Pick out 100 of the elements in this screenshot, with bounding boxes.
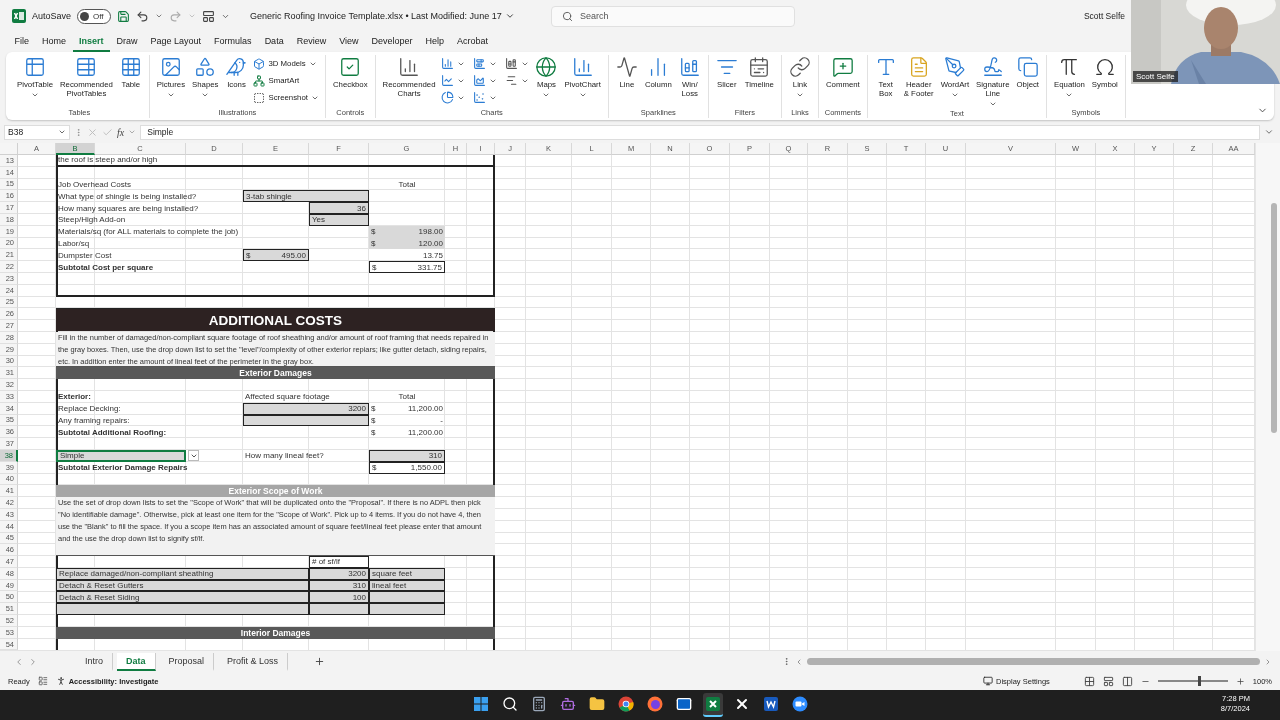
sheet-tab[interactable]: Data — [117, 652, 156, 671]
page-layout-icon[interactable] — [1102, 675, 1114, 687]
input-cell[interactable] — [369, 603, 445, 616]
horizontal-scrollbar[interactable] — [782, 657, 1272, 666]
menu-tab[interactable]: Developer — [365, 32, 420, 52]
scroll-right-icon[interactable] — [1264, 657, 1272, 666]
pivot-table-icon — [24, 56, 46, 78]
insert-function-button[interactable]: fx — [117, 126, 125, 138]
menu-tab[interactable]: Home — [35, 32, 73, 52]
input-cell[interactable]: Replace damaged/non-compliant sheathing — [56, 567, 309, 580]
menu-tab[interactable]: Formulas — [207, 32, 259, 52]
currency-symbol: $ — [372, 262, 377, 272]
search-field[interactable]: Search — [551, 5, 796, 27]
menu-tab[interactable]: View — [332, 32, 365, 52]
macro-icon[interactable] — [37, 676, 48, 686]
folder-icon — [588, 696, 605, 712]
prompt-text: How many lineal feet? — [244, 450, 325, 462]
note-text: the roof is steep and/or high — [56, 155, 495, 167]
timeline-icon — [748, 56, 771, 78]
input-cell[interactable]: 100 — [309, 591, 369, 604]
spreadsheet-logo — [12, 9, 26, 23]
expand-icon[interactable] — [1264, 127, 1274, 137]
input-cell[interactable]: Detach & Reset Siding — [56, 591, 309, 604]
amount-value: 11,200.00 — [408, 427, 443, 437]
screenshot-icon — [253, 91, 266, 104]
sheet-tab[interactable]: Profit & Loss — [218, 652, 289, 671]
autosave-toggle[interactable]: Off — [77, 8, 112, 24]
input-cell[interactable]: 3-tab shingle — [243, 190, 369, 203]
win-loss-icon — [678, 56, 701, 78]
formula-field[interactable]: Simple — [140, 124, 1260, 140]
page-break-icon[interactable] — [1121, 675, 1133, 687]
video-call-icon — [791, 696, 808, 712]
input-cell[interactable]: $ 495.00 — [243, 249, 309, 262]
row-label: Materials/sq (for ALL materials to complete the job) — [57, 226, 240, 238]
input-cell[interactable]: 310 — [369, 449, 445, 462]
caret-icon — [58, 128, 66, 136]
cell-reference: B38 — [8, 127, 24, 137]
amount-value: 198.00 — [418, 227, 443, 237]
currency-symbol: $ — [371, 427, 376, 437]
column-chart-icon — [441, 57, 455, 70]
form-icon[interactable] — [202, 9, 216, 23]
normal-view-icon[interactable] — [1083, 675, 1095, 687]
menu-tab[interactable]: Review — [290, 32, 333, 52]
section-banner: ADDITIONAL COSTS — [56, 309, 495, 331]
taskbar-app[interactable] — [702, 693, 723, 717]
input-cell[interactable] — [309, 603, 369, 616]
amount-value: 13.75 — [421, 249, 444, 262]
scroll-left-icon[interactable] — [795, 657, 803, 666]
menu-tab[interactable]: Acrobat — [450, 32, 495, 52]
input-cell[interactable]: square feet — [369, 567, 445, 580]
amount-value: 331.75 — [417, 262, 442, 272]
name-box[interactable]: B38 — [4, 124, 70, 140]
row-label: How many squares are being installed? — [57, 202, 200, 214]
caret-icon — [166, 91, 175, 99]
input-cell[interactable]: 36 — [309, 202, 369, 214]
currency-symbol: $ — [371, 415, 376, 425]
caret-icon — [542, 91, 551, 99]
currency-symbol: $ — [246, 250, 251, 260]
document-title[interactable]: Generic Roofing Invoice Template.xlsx • Last Modified: June 17 — [250, 11, 546, 21]
statistic-chart-icon — [505, 74, 519, 87]
row-label: Steep/High Add-on — [57, 214, 127, 226]
dropdown-button[interactable] — [188, 450, 199, 462]
menu-tab[interactable]: Draw — [110, 32, 145, 52]
sheet-tab[interactable]: Proposal — [159, 652, 215, 671]
menu-tab[interactable]: Help — [419, 32, 451, 52]
amount-value: 120.00 — [418, 238, 443, 248]
input-cell[interactable] — [56, 603, 309, 616]
column-chart-icon — [398, 56, 421, 78]
pivot-chart-icon — [571, 56, 594, 78]
grid-icon — [119, 56, 142, 78]
dropdown-cell[interactable]: Simple — [56, 449, 186, 462]
mail-icon — [675, 696, 692, 712]
save-icon[interactable] — [117, 9, 131, 23]
scatter-chart-icon — [473, 91, 487, 104]
input-cell[interactable]: 3200 — [243, 402, 369, 415]
caret-icon — [1065, 91, 1074, 99]
add-sheet-button[interactable] — [314, 656, 326, 667]
undo-icon[interactable] — [136, 9, 150, 23]
currency-symbol: $ — [371, 404, 376, 414]
globe-icon — [535, 56, 558, 78]
grip-icon[interactable] — [782, 657, 791, 666]
caret-icon — [988, 100, 997, 108]
amount-value: 11,200.00 — [408, 404, 443, 414]
browser-icon — [617, 696, 634, 712]
currency-symbol: $ — [372, 463, 377, 473]
caret-icon[interactable] — [155, 12, 164, 20]
line-chart-icon — [441, 74, 455, 87]
grip-icon — [74, 127, 83, 137]
input-cell[interactable] — [369, 591, 445, 604]
signature-icon — [981, 56, 1004, 78]
menu-tab[interactable]: Page Layout — [144, 32, 208, 52]
user-name[interactable]: Scott Selfe — [1083, 11, 1125, 21]
autosave-label: AutoSave — [32, 11, 72, 21]
zoom-in-icon[interactable] — [1235, 676, 1245, 686]
menu-tab[interactable]: Data — [258, 32, 291, 52]
search-icon — [501, 696, 518, 712]
sheet-tab[interactable]: Intro — [76, 652, 113, 671]
caret-icon — [128, 128, 137, 136]
menu-tab[interactable]: File — [8, 32, 36, 52]
vertical-scrollbar[interactable] — [1255, 143, 1280, 651]
